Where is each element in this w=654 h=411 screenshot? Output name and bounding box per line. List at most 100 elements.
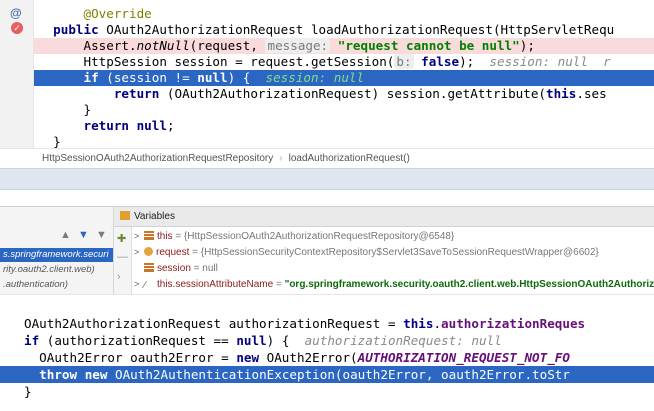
code-text: Assert. bbox=[83, 38, 137, 53]
panel-gap bbox=[0, 190, 654, 206]
keyword: return bbox=[83, 118, 130, 133]
keyword: return bbox=[113, 86, 160, 101]
parameter-hint: b: bbox=[394, 54, 414, 69]
string-literal: "request cannot be null" bbox=[337, 38, 520, 53]
breadcrumb: HttpSessionOAuth2AuthorizationRequestRep… bbox=[0, 148, 654, 168]
code-line[interactable]: if (authorizationRequest == null) { auth… bbox=[0, 332, 654, 349]
code-line[interactable]: HttpSession session = request.getSession… bbox=[34, 54, 654, 70]
code-text: OAuth2AuthorizationRequest authorization… bbox=[24, 316, 404, 331]
keyword: this bbox=[403, 316, 434, 331]
code-text: OAuth2Error oauth2Error = bbox=[24, 350, 237, 365]
variable-row[interactable]: session = null bbox=[134, 261, 654, 276]
override-annotation: @Override bbox=[83, 6, 152, 21]
code-line[interactable]: } bbox=[0, 383, 654, 400]
frame-item[interactable]: s.springframework.securi bbox=[0, 248, 113, 262]
arrow-up-icon[interactable]: ▲ bbox=[60, 229, 71, 241]
parameter-icon bbox=[144, 247, 153, 256]
variable-value: = {HttpSessionSecurityContextRepository$… bbox=[189, 247, 599, 258]
code-text: ); bbox=[459, 54, 475, 69]
variable-name: this.sessionAttributeName bbox=[157, 279, 274, 290]
breakpoint-icon[interactable]: ✓ bbox=[11, 22, 23, 34]
code-line[interactable]: } bbox=[34, 134, 654, 148]
current-execution-line[interactable]: if (session != null) { session: null bbox=[34, 70, 654, 86]
keyword: new bbox=[236, 350, 260, 365]
override-method-icon[interactable]: @ bbox=[10, 6, 22, 20]
frames-panel: ▲ ▼ ▼ s.springframework.securi rity.oaut… bbox=[0, 207, 114, 295]
code-text: } bbox=[83, 102, 92, 117]
code-text: ; bbox=[166, 118, 175, 133]
editor-gutter[interactable]: @ ✓ bbox=[0, 0, 34, 148]
field-name: authorizationReques bbox=[441, 316, 586, 331]
code-line[interactable]: @Override bbox=[34, 6, 654, 22]
debugger-panel: ▲ ▼ ▼ s.springframework.securi rity.oaut… bbox=[0, 206, 654, 295]
keyword: if bbox=[24, 333, 40, 348]
keyword: public bbox=[53, 22, 99, 37]
code-text: (OAuth2AuthorizationRequest) session.get… bbox=[159, 86, 547, 101]
breadcrumb-separator: › bbox=[279, 153, 283, 164]
keyword: throw bbox=[39, 367, 78, 382]
variable-name: this bbox=[157, 231, 173, 242]
watch-icon: ∕ bbox=[144, 280, 146, 291]
field-icon bbox=[144, 231, 154, 240]
keyword: new bbox=[84, 367, 108, 382]
code-line[interactable]: OAuth2Error oauth2Error = new OAuth2Erro… bbox=[0, 349, 654, 366]
variables-title: Variables bbox=[134, 211, 175, 222]
keyword: null bbox=[136, 118, 167, 133]
inline-debug-value: session: null r bbox=[474, 54, 611, 69]
frames-toolbar: ▲ ▼ ▼ bbox=[0, 227, 113, 245]
arrow-down-icon[interactable]: ▼ bbox=[78, 229, 89, 241]
expand-icon[interactable]: > bbox=[134, 245, 144, 260]
code-text: OAuth2AuthenticationException(oauth2Erro… bbox=[107, 367, 570, 382]
code-editor-top[interactable]: @ ✓ @Override public OAuth2Authorization… bbox=[0, 0, 654, 148]
frame-item[interactable]: rity.oauth2.client.web) bbox=[0, 263, 113, 277]
variable-value: = bbox=[273, 279, 285, 290]
expand-icon[interactable]: > bbox=[134, 229, 144, 244]
code-line[interactable]: OAuth2AuthorizationRequest authorization… bbox=[0, 315, 654, 332]
breadcrumb-method[interactable]: loadAuthorizationRequest() bbox=[289, 153, 410, 164]
parameter-hint: message: bbox=[265, 38, 331, 53]
expand-icon[interactable]: > bbox=[134, 277, 144, 292]
add-watch-icon[interactable]: ✚ bbox=[117, 232, 126, 245]
code-text: (authorizationRequest == bbox=[39, 333, 237, 348]
code-text: .ses bbox=[576, 86, 607, 101]
selected-code-line[interactable]: throw new OAuth2AuthenticationException(… bbox=[0, 366, 654, 383]
variable-string-value: "org.springframework.security.oauth2.cli… bbox=[284, 279, 654, 290]
variables-icon bbox=[120, 211, 130, 220]
code-text: (session != bbox=[98, 70, 198, 85]
method-name: notNull bbox=[136, 38, 190, 53]
code-line[interactable]: public OAuth2AuthorizationRequest loadAu… bbox=[34, 22, 654, 38]
frame-item[interactable]: .authentication) bbox=[0, 278, 113, 292]
variable-row[interactable]: > this = {HttpSessionOAuth2AuthorizationR… bbox=[134, 229, 654, 244]
variable-row[interactable]: > ∕ this.sessionAttributeName = "org.sprin… bbox=[134, 277, 654, 292]
variable-value: = {HttpSessionOAuth2AuthorizationRequest… bbox=[172, 231, 455, 242]
code-editor-bottom[interactable]: OAuth2AuthorizationRequest authorization… bbox=[0, 294, 654, 411]
method-signature: OAuth2AuthorizationRequest loadAuthoriza… bbox=[98, 22, 615, 37]
variable-value: = null bbox=[190, 263, 218, 274]
constant-name: AUTHORIZATION_REQUEST_NOT_FO bbox=[357, 350, 570, 365]
code-text: ); bbox=[519, 38, 535, 53]
more-icon[interactable]: › bbox=[117, 271, 121, 283]
variables-side-toolbar: ✚ — › bbox=[114, 227, 132, 295]
code-text: OAuth2Error( bbox=[259, 350, 358, 365]
variable-row[interactable]: > request = {HttpSessionSecurityContextRe… bbox=[134, 245, 654, 260]
inline-debug-value: session: null bbox=[250, 70, 365, 85]
remove-watch-icon[interactable]: — bbox=[117, 251, 128, 263]
code-line[interactable]: return (OAuth2AuthorizationRequest) sess… bbox=[34, 86, 654, 102]
filter-icon[interactable]: ▼ bbox=[96, 229, 107, 241]
breadcrumb-class[interactable]: HttpSessionOAuth2AuthorizationRequestRep… bbox=[42, 153, 273, 164]
variables-header: Variables bbox=[114, 207, 654, 227]
field-icon bbox=[144, 263, 154, 272]
keyword: this bbox=[546, 86, 577, 101]
code-line[interactable]: return null; bbox=[34, 118, 654, 134]
panel-divider-band[interactable] bbox=[0, 168, 654, 190]
code-line[interactable]: } bbox=[34, 102, 654, 118]
code-text: ) { bbox=[227, 70, 251, 85]
breakpoint-code-line[interactable]: Assert.notNull(request, message: "reques… bbox=[34, 38, 654, 54]
keyword: null bbox=[236, 333, 267, 348]
keyword: null bbox=[197, 70, 228, 85]
code-text: } bbox=[24, 384, 32, 399]
code-text: (request, bbox=[189, 38, 266, 53]
variable-name: session bbox=[157, 263, 191, 274]
